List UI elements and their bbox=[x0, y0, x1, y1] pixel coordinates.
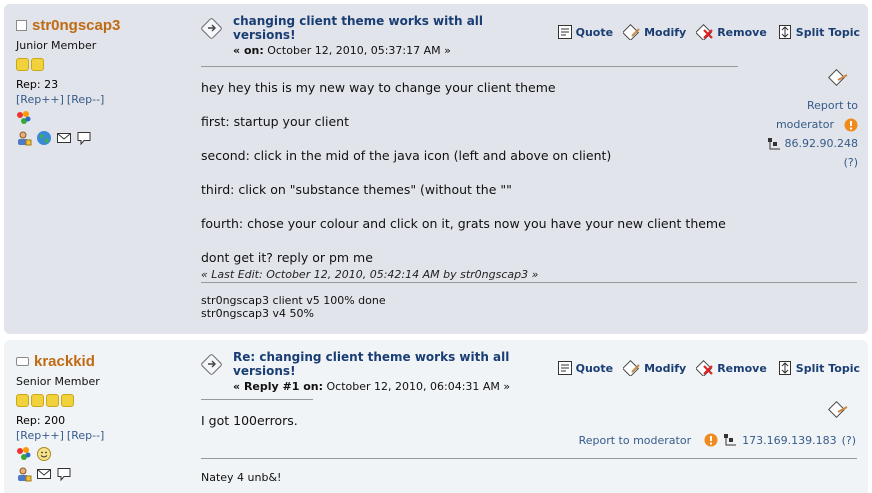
split-icon bbox=[778, 25, 791, 39]
rep-minus-link[interactable]: [Rep--] bbox=[67, 429, 104, 442]
star-icon bbox=[16, 58, 29, 71]
post-date: « on: October 12, 2010, 05:37:17 AM » bbox=[233, 44, 451, 57]
star-icon bbox=[46, 394, 59, 407]
signature: Natey 4 unb&! bbox=[201, 471, 282, 484]
reputation: Rep: 23 bbox=[16, 78, 59, 91]
quote-icon bbox=[557, 361, 572, 375]
split-topic-button[interactable]: Split Topic bbox=[777, 360, 860, 376]
ip-icon bbox=[767, 137, 780, 149]
member-rank: Senior Member bbox=[16, 375, 100, 388]
personal-message-icon[interactable] bbox=[56, 466, 72, 482]
post-icon bbox=[201, 354, 222, 375]
report-block: Report to moderator 173.169.139.183 (?) bbox=[579, 433, 856, 447]
poster-info: krackkid Senior Member Rep: 200 [Rep++][… bbox=[16, 352, 196, 482]
quote-button[interactable]: Quote bbox=[557, 360, 613, 376]
signature-divider bbox=[201, 458, 857, 459]
post-tools: Quote Modify Remove Split Topic bbox=[557, 360, 860, 376]
split-icon bbox=[778, 361, 791, 375]
modify-icon bbox=[623, 24, 640, 40]
offline-status-icon bbox=[16, 356, 29, 366]
post-body: hey hey this is my new way to change you… bbox=[201, 80, 726, 265]
remove-button[interactable]: Remove bbox=[696, 24, 767, 40]
ip-address[interactable]: 173.169.139.183 bbox=[742, 434, 836, 447]
inline-modify-icon[interactable] bbox=[828, 400, 850, 420]
rank-stars bbox=[16, 394, 196, 407]
post-icon bbox=[201, 18, 222, 39]
member-rank: Junior Member bbox=[16, 39, 97, 52]
last-edit: « Last Edit: October 12, 2010, 05:42:14 … bbox=[201, 268, 539, 281]
profile-icon[interactable] bbox=[16, 130, 32, 146]
signature-divider bbox=[201, 282, 857, 283]
report-block: Report to moderator 86.92.90.248 (?) bbox=[767, 96, 858, 172]
warning-icon bbox=[704, 433, 718, 447]
post-2: krackkid Senior Member Rep: 200 [Rep++][… bbox=[4, 340, 868, 493]
website-globe-icon[interactable] bbox=[36, 130, 52, 146]
email-icon[interactable] bbox=[56, 130, 72, 146]
post-date: « Reply #1 on: October 12, 2010, 06:04:3… bbox=[233, 380, 511, 393]
post-title-link[interactable]: changing client theme works with all ver… bbox=[233, 14, 533, 42]
post-tools: Quote Modify Remove Split Topic bbox=[557, 24, 860, 40]
modify-button[interactable]: Modify bbox=[623, 24, 686, 40]
warning-icon bbox=[844, 118, 858, 131]
rank-stars bbox=[16, 58, 196, 71]
ip-icon bbox=[724, 434, 737, 446]
offline-status-icon bbox=[16, 19, 27, 31]
report-to-link[interactable]: Report to bbox=[767, 96, 858, 115]
rep-plus-link[interactable]: [Rep++] bbox=[16, 429, 64, 442]
reputation: Rep: 200 bbox=[16, 414, 66, 427]
rep-plus-link[interactable]: [Rep++] bbox=[16, 93, 64, 106]
remove-icon bbox=[696, 24, 713, 40]
split-topic-button[interactable]: Split Topic bbox=[777, 24, 860, 40]
star-icon bbox=[16, 394, 29, 407]
inline-modify-icon[interactable] bbox=[828, 68, 850, 88]
title-divider bbox=[201, 399, 313, 400]
report-moderator-link[interactable]: Report to moderator bbox=[579, 434, 692, 447]
quote-icon bbox=[557, 25, 572, 39]
ip-help-link[interactable]: (?) bbox=[767, 153, 858, 172]
star-icon bbox=[61, 394, 74, 407]
username-link[interactable]: krackkid bbox=[34, 353, 95, 370]
smiley-icon[interactable] bbox=[36, 446, 52, 462]
profile-icon[interactable] bbox=[16, 466, 32, 482]
post-title-link[interactable]: Re: changing client theme works with all… bbox=[233, 350, 533, 378]
post-1: str0ngscap3 Junior Member Rep: 23 [Rep++… bbox=[4, 4, 868, 334]
report-moderator-link[interactable]: moderator bbox=[776, 115, 834, 134]
title-divider bbox=[201, 66, 738, 67]
star-icon bbox=[31, 58, 44, 71]
star-icon bbox=[31, 394, 44, 407]
ip-address[interactable]: 86.92.90.248 bbox=[785, 134, 858, 153]
modify-button[interactable]: Modify bbox=[623, 360, 686, 376]
ip-help-link[interactable]: (?) bbox=[842, 434, 856, 447]
msn-icon[interactable] bbox=[16, 446, 32, 462]
post-body: I got 100errors. bbox=[201, 413, 298, 428]
remove-icon bbox=[696, 360, 713, 376]
modify-icon bbox=[623, 360, 640, 376]
username-link[interactable]: str0ngscap3 bbox=[32, 17, 120, 34]
remove-button[interactable]: Remove bbox=[696, 360, 767, 376]
quote-button[interactable]: Quote bbox=[557, 24, 613, 40]
signature: str0ngscap3 client v5 100% done str0ngsc… bbox=[201, 294, 386, 320]
msn-icon[interactable] bbox=[16, 110, 32, 126]
email-icon[interactable] bbox=[36, 466, 52, 482]
poster-info: str0ngscap3 Junior Member Rep: 23 [Rep++… bbox=[16, 16, 196, 146]
rep-minus-link[interactable]: [Rep--] bbox=[67, 93, 104, 106]
personal-message-icon[interactable] bbox=[76, 130, 92, 146]
